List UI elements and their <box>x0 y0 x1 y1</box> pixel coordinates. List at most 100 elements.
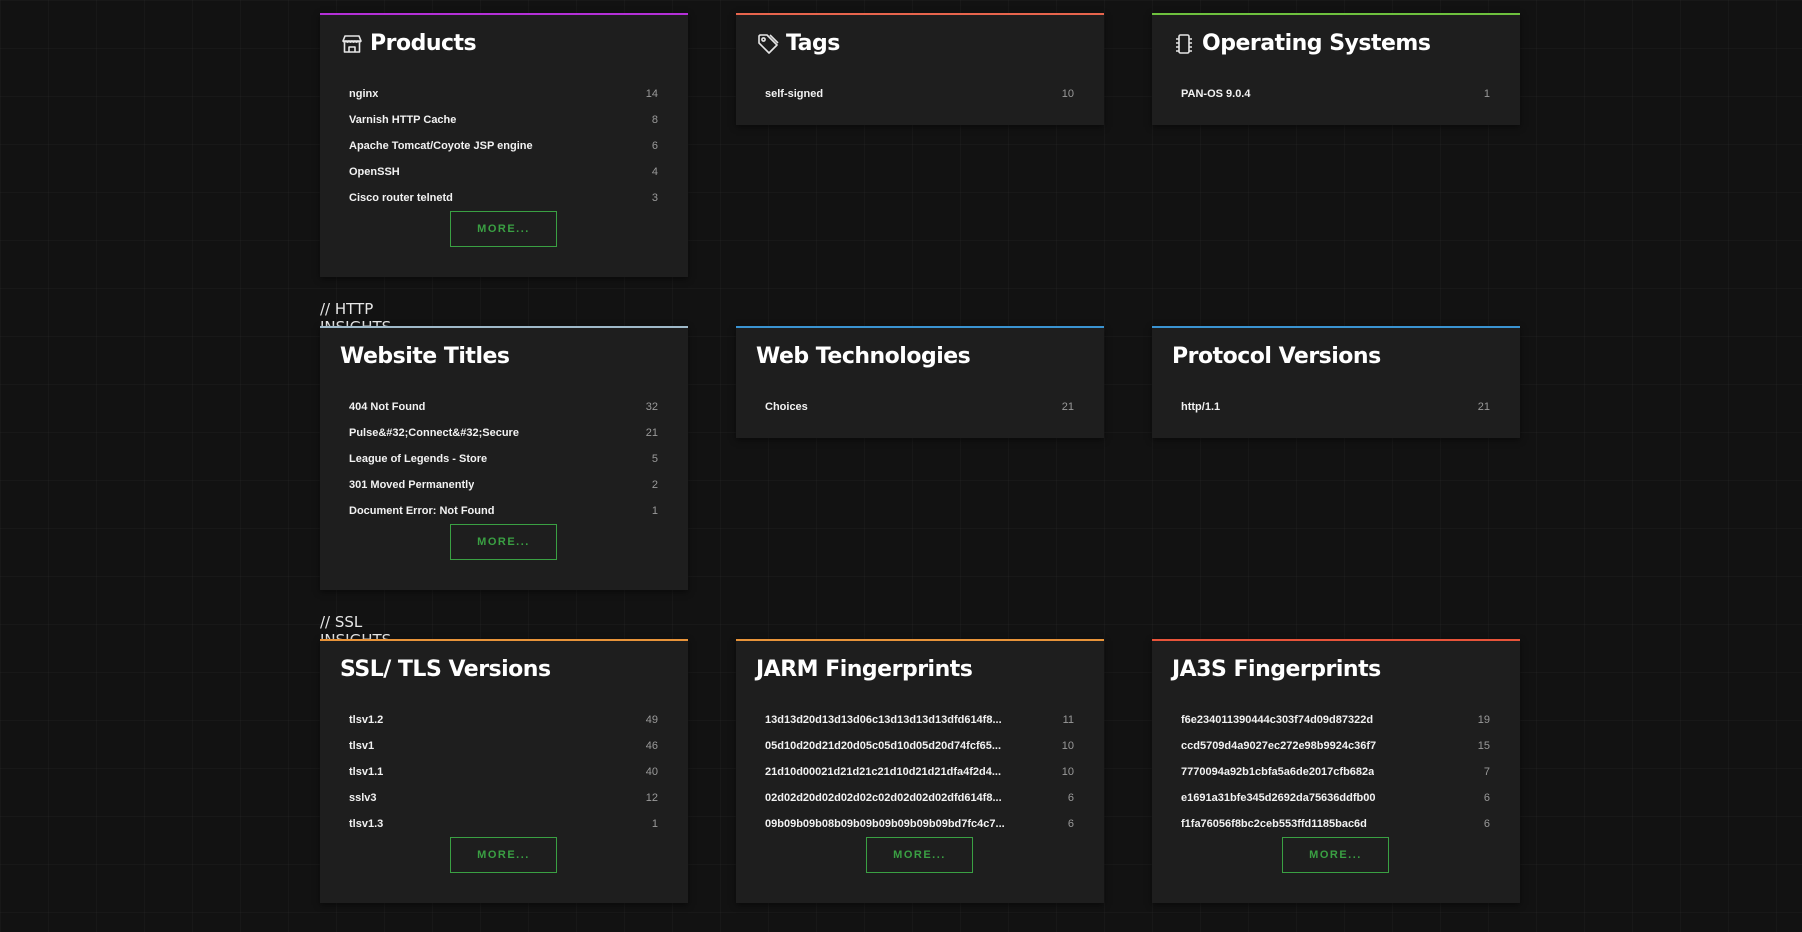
list-item[interactable]: Cisco router telnetd 3 <box>349 185 658 211</box>
item-name: 02d02d20d02d02d02c02d02d02d02dfd614f8... <box>765 792 1002 804</box>
list-item[interactable]: Varnish HTTP Cache 8 <box>349 107 658 133</box>
ja3s-more-button[interactable]: MORE... <box>1282 837 1389 873</box>
list-item[interactable]: self-signed 10 <box>765 81 1074 107</box>
jarm-more-button[interactable]: MORE... <box>866 837 973 873</box>
list-item[interactable]: 02d02d20d02d02d02c02d02d02d02dfd614f8...… <box>765 785 1074 811</box>
tags-list: self-signed 10 <box>765 81 1074 107</box>
list-item[interactable]: OpenSSH 4 <box>349 159 658 185</box>
list-item[interactable]: 301 Moved Permanently 2 <box>349 472 658 498</box>
list-item[interactable]: 21d10d00021d21d21c21d10d21d21dfa4f2d4...… <box>765 759 1074 785</box>
jarm-list: 13d13d20d13d13d06c13d13d13d13dfd614f8...… <box>765 707 1074 837</box>
item-name: tlsv1 <box>349 740 375 752</box>
ssl-versions-title: SSL/ TLS Versions <box>340 657 551 682</box>
ja3s-title: JA3S Fingerprints <box>1172 657 1381 682</box>
item-name: sslv3 <box>349 792 377 804</box>
item-count: 6 <box>1483 792 1490 804</box>
item-name: self-signed <box>765 88 824 100</box>
list-item[interactable]: 09b09b09b08b09b09b09b09b09b09bd7fc4c7...… <box>765 811 1074 837</box>
list-item[interactable]: tlsv1.2 49 <box>349 707 658 733</box>
chip-icon <box>1172 32 1196 56</box>
list-item[interactable]: nginx 14 <box>349 81 658 107</box>
products-card: Products nginx 14 Varnish HTTP Cache 8 Apach… <box>320 13 688 277</box>
item-count: 10 <box>1061 740 1074 752</box>
website-titles-list: 404 Not Found 32 Pulse&#32;Connect&#32;Sec… <box>349 394 658 524</box>
item-name: e1691a31bfe345d2692da75636ddfb00 <box>1181 792 1376 804</box>
item-count: 46 <box>645 740 658 752</box>
list-item[interactable]: http/1.1 21 <box>1181 394 1490 420</box>
list-item[interactable]: Pulse&#32;Connect&#32;Secure 21 <box>349 420 658 446</box>
list-item[interactable]: 05d10d20d21d20d05c05d10d05d20d74fcf65...… <box>765 733 1074 759</box>
item-name: 301 Moved Permanently <box>349 479 475 491</box>
item-count: 8 <box>651 114 658 126</box>
item-count: 19 <box>1477 714 1490 726</box>
item-count: 40 <box>645 766 658 778</box>
item-count: 21 <box>1061 401 1074 413</box>
item-name: 13d13d20d13d13d06c13d13d13d13dfd614f8... <box>765 714 1002 726</box>
list-item[interactable]: PAN-OS 9.0.4 1 <box>1181 81 1490 107</box>
list-item[interactable]: Apache Tomcat/Coyote JSP engine 6 <box>349 133 658 159</box>
web-technologies-card: Web Technologies Choices 21 <box>736 326 1104 438</box>
item-count: 6 <box>1483 818 1490 830</box>
web-technologies-list: Choices 21 <box>765 394 1074 420</box>
ja3s-card: JA3S Fingerprints f6e234011390444c303f74… <box>1152 639 1520 903</box>
list-item[interactable]: f6e234011390444c303f74d09d87322d 19 <box>1181 707 1490 733</box>
list-item[interactable]: League of Legends - Store 5 <box>349 446 658 472</box>
website-titles-card: Website Titles 404 Not Found 32 Pulse&#32;… <box>320 326 688 590</box>
item-name: Varnish HTTP Cache <box>349 114 457 126</box>
tags-title: Tags <box>756 31 840 56</box>
item-count: 10 <box>1061 88 1074 100</box>
list-item[interactable]: tlsv1.1 40 <box>349 759 658 785</box>
protocol-versions-list: http/1.1 21 <box>1181 394 1490 420</box>
item-name: tlsv1.2 <box>349 714 384 726</box>
item-count: 4 <box>651 166 658 178</box>
item-name: Apache Tomcat/Coyote JSP engine <box>349 140 533 152</box>
item-count: 1 <box>1483 88 1490 100</box>
list-item[interactable]: 404 Not Found 32 <box>349 394 658 420</box>
item-count: 6 <box>1067 818 1074 830</box>
item-name: 09b09b09b08b09b09b09b09b09b09bd7fc4c7... <box>765 818 1005 830</box>
protocol-versions-card: Protocol Versions http/1.1 21 <box>1152 326 1520 438</box>
item-count: 5 <box>651 453 658 465</box>
item-name: 05d10d20d21d20d05c05d10d05d20d74fcf65... <box>765 740 1002 752</box>
item-count: 14 <box>645 88 658 100</box>
products-more-button[interactable]: MORE... <box>450 211 557 247</box>
item-count: 11 <box>1062 714 1074 726</box>
item-name: tlsv1.3 <box>349 818 384 830</box>
item-count: 15 <box>1477 740 1490 752</box>
item-name: 7770094a92b1cbfa5a6de2017cfb682a <box>1181 766 1375 778</box>
list-item[interactable]: ccd5709d4a9027ec272e98b9924c36f7 15 <box>1181 733 1490 759</box>
list-item[interactable]: tlsv1.3 1 <box>349 811 658 837</box>
products-list: nginx 14 Varnish HTTP Cache 8 Apache Tomcat/… <box>349 81 658 211</box>
list-item[interactable]: f1fa76056f8bc2ceb553ffd1185bac6d 6 <box>1181 811 1490 837</box>
list-item[interactable]: tlsv1 46 <box>349 733 658 759</box>
ja3s-list: f6e234011390444c303f74d09d87322d 19 ccd570… <box>1181 707 1490 837</box>
ssl-versions-more-button[interactable]: MORE... <box>450 837 557 873</box>
list-item[interactable]: e1691a31bfe345d2692da75636ddfb00 6 <box>1181 785 1490 811</box>
item-count: 21 <box>1477 401 1490 413</box>
item-name: Cisco router telnetd <box>349 192 453 204</box>
list-item[interactable]: 7770094a92b1cbfa5a6de2017cfb682a 7 <box>1181 759 1490 785</box>
item-name: Pulse&#32;Connect&#32;Secure <box>349 427 519 439</box>
item-name: Choices <box>765 401 808 413</box>
list-item[interactable]: 13d13d20d13d13d06c13d13d13d13dfd614f8...… <box>765 707 1074 733</box>
item-name: http/1.1 <box>1181 401 1221 413</box>
item-name: OpenSSH <box>349 166 400 178</box>
item-name: 404 Not Found <box>349 401 426 413</box>
item-count: 1 <box>651 505 658 517</box>
item-name: Document Error: Not Found <box>349 505 495 517</box>
item-name: 21d10d00021d21d21c21d10d21d21dfa4f2d4... <box>765 766 1002 778</box>
jarm-title: JARM Fingerprints <box>756 657 973 682</box>
item-count: 21 <box>645 427 658 439</box>
list-item[interactable]: Choices 21 <box>765 394 1074 420</box>
item-count: 7 <box>1483 766 1490 778</box>
website-titles-more-button[interactable]: MORE... <box>450 524 557 560</box>
list-item[interactable]: Document Error: Not Found 1 <box>349 498 658 524</box>
website-titles-title: Website Titles <box>340 344 510 369</box>
web-technologies-title: Web Technologies <box>756 344 971 369</box>
item-count: 32 <box>645 401 658 413</box>
tags-card: Tags self-signed 10 <box>736 13 1104 125</box>
list-item[interactable]: sslv3 12 <box>349 785 658 811</box>
item-count: 49 <box>645 714 658 726</box>
jarm-card: JARM Fingerprints 13d13d20d13d13d06c13d1… <box>736 639 1104 903</box>
item-name: League of Legends - Store <box>349 453 488 465</box>
